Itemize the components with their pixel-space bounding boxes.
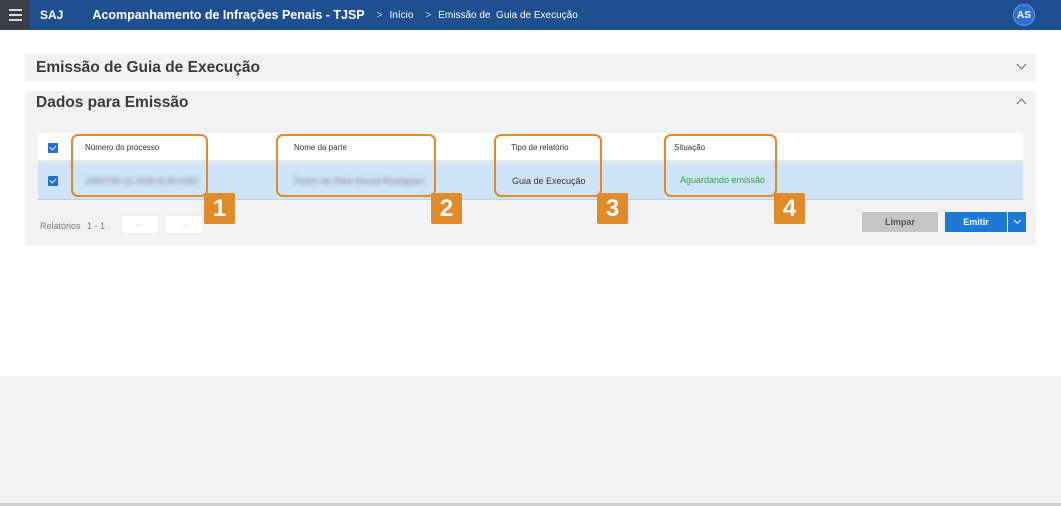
app-title: Acompanhamento de Infrações Penais - TJS… — [92, 8, 365, 22]
callout-badge-2: 2 — [431, 193, 462, 224]
previous-page-arrow-icon[interactable]: ← — [121, 215, 159, 234]
pagination-range: 1 - 1 — [87, 221, 106, 231]
panel-title-emissao: Emissão de Guia de Execução — [36, 59, 260, 76]
emit-button[interactable]: Emitir — [945, 212, 1007, 232]
emissao-panel-header[interactable]: Emissão de Guia de Execução — [25, 54, 1036, 81]
highlight-box-tipo — [494, 134, 602, 197]
highlight-box-numero — [71, 134, 208, 197]
highlight-box-nome — [276, 134, 436, 197]
panel-title-dados: Dados para Emissão — [36, 94, 189, 111]
pagination-summary: Relatórios 1 - 1 — [40, 221, 105, 231]
hamburger-menu-icon[interactable] — [0, 0, 30, 30]
breadcrumb-home[interactable]: Início — [389, 10, 413, 21]
select-all-checkbox[interactable] — [48, 143, 58, 153]
row-checkbox[interactable] — [48, 176, 58, 186]
callout-badge-1: 1 — [204, 193, 235, 224]
breadcrumb-current: Emissão de Guia de Execução — [438, 9, 578, 21]
clear-button[interactable]: Limpar — [862, 212, 938, 232]
highlight-box-situacao — [664, 134, 777, 197]
app-name[interactable]: SAJ — [40, 8, 63, 22]
chevron-right-icon: > — [376, 9, 383, 21]
emit-dropdown-chevron-icon[interactable] — [1008, 212, 1026, 232]
chevron-right-icon: > — [425, 9, 432, 21]
chevron-down-icon[interactable] — [1016, 59, 1027, 70]
chevron-up-icon[interactable] — [1016, 98, 1027, 109]
next-page-arrow-icon[interactable]: → — [165, 215, 203, 234]
user-avatar[interactable]: AS — [1013, 4, 1035, 26]
callout-badge-4: 4 — [774, 193, 805, 224]
pagination-label: Relatórios — [40, 221, 81, 231]
callout-badge-3: 3 — [597, 193, 628, 224]
top-bar: SAJ Acompanhamento de Infrações Penais -… — [0, 0, 1061, 30]
